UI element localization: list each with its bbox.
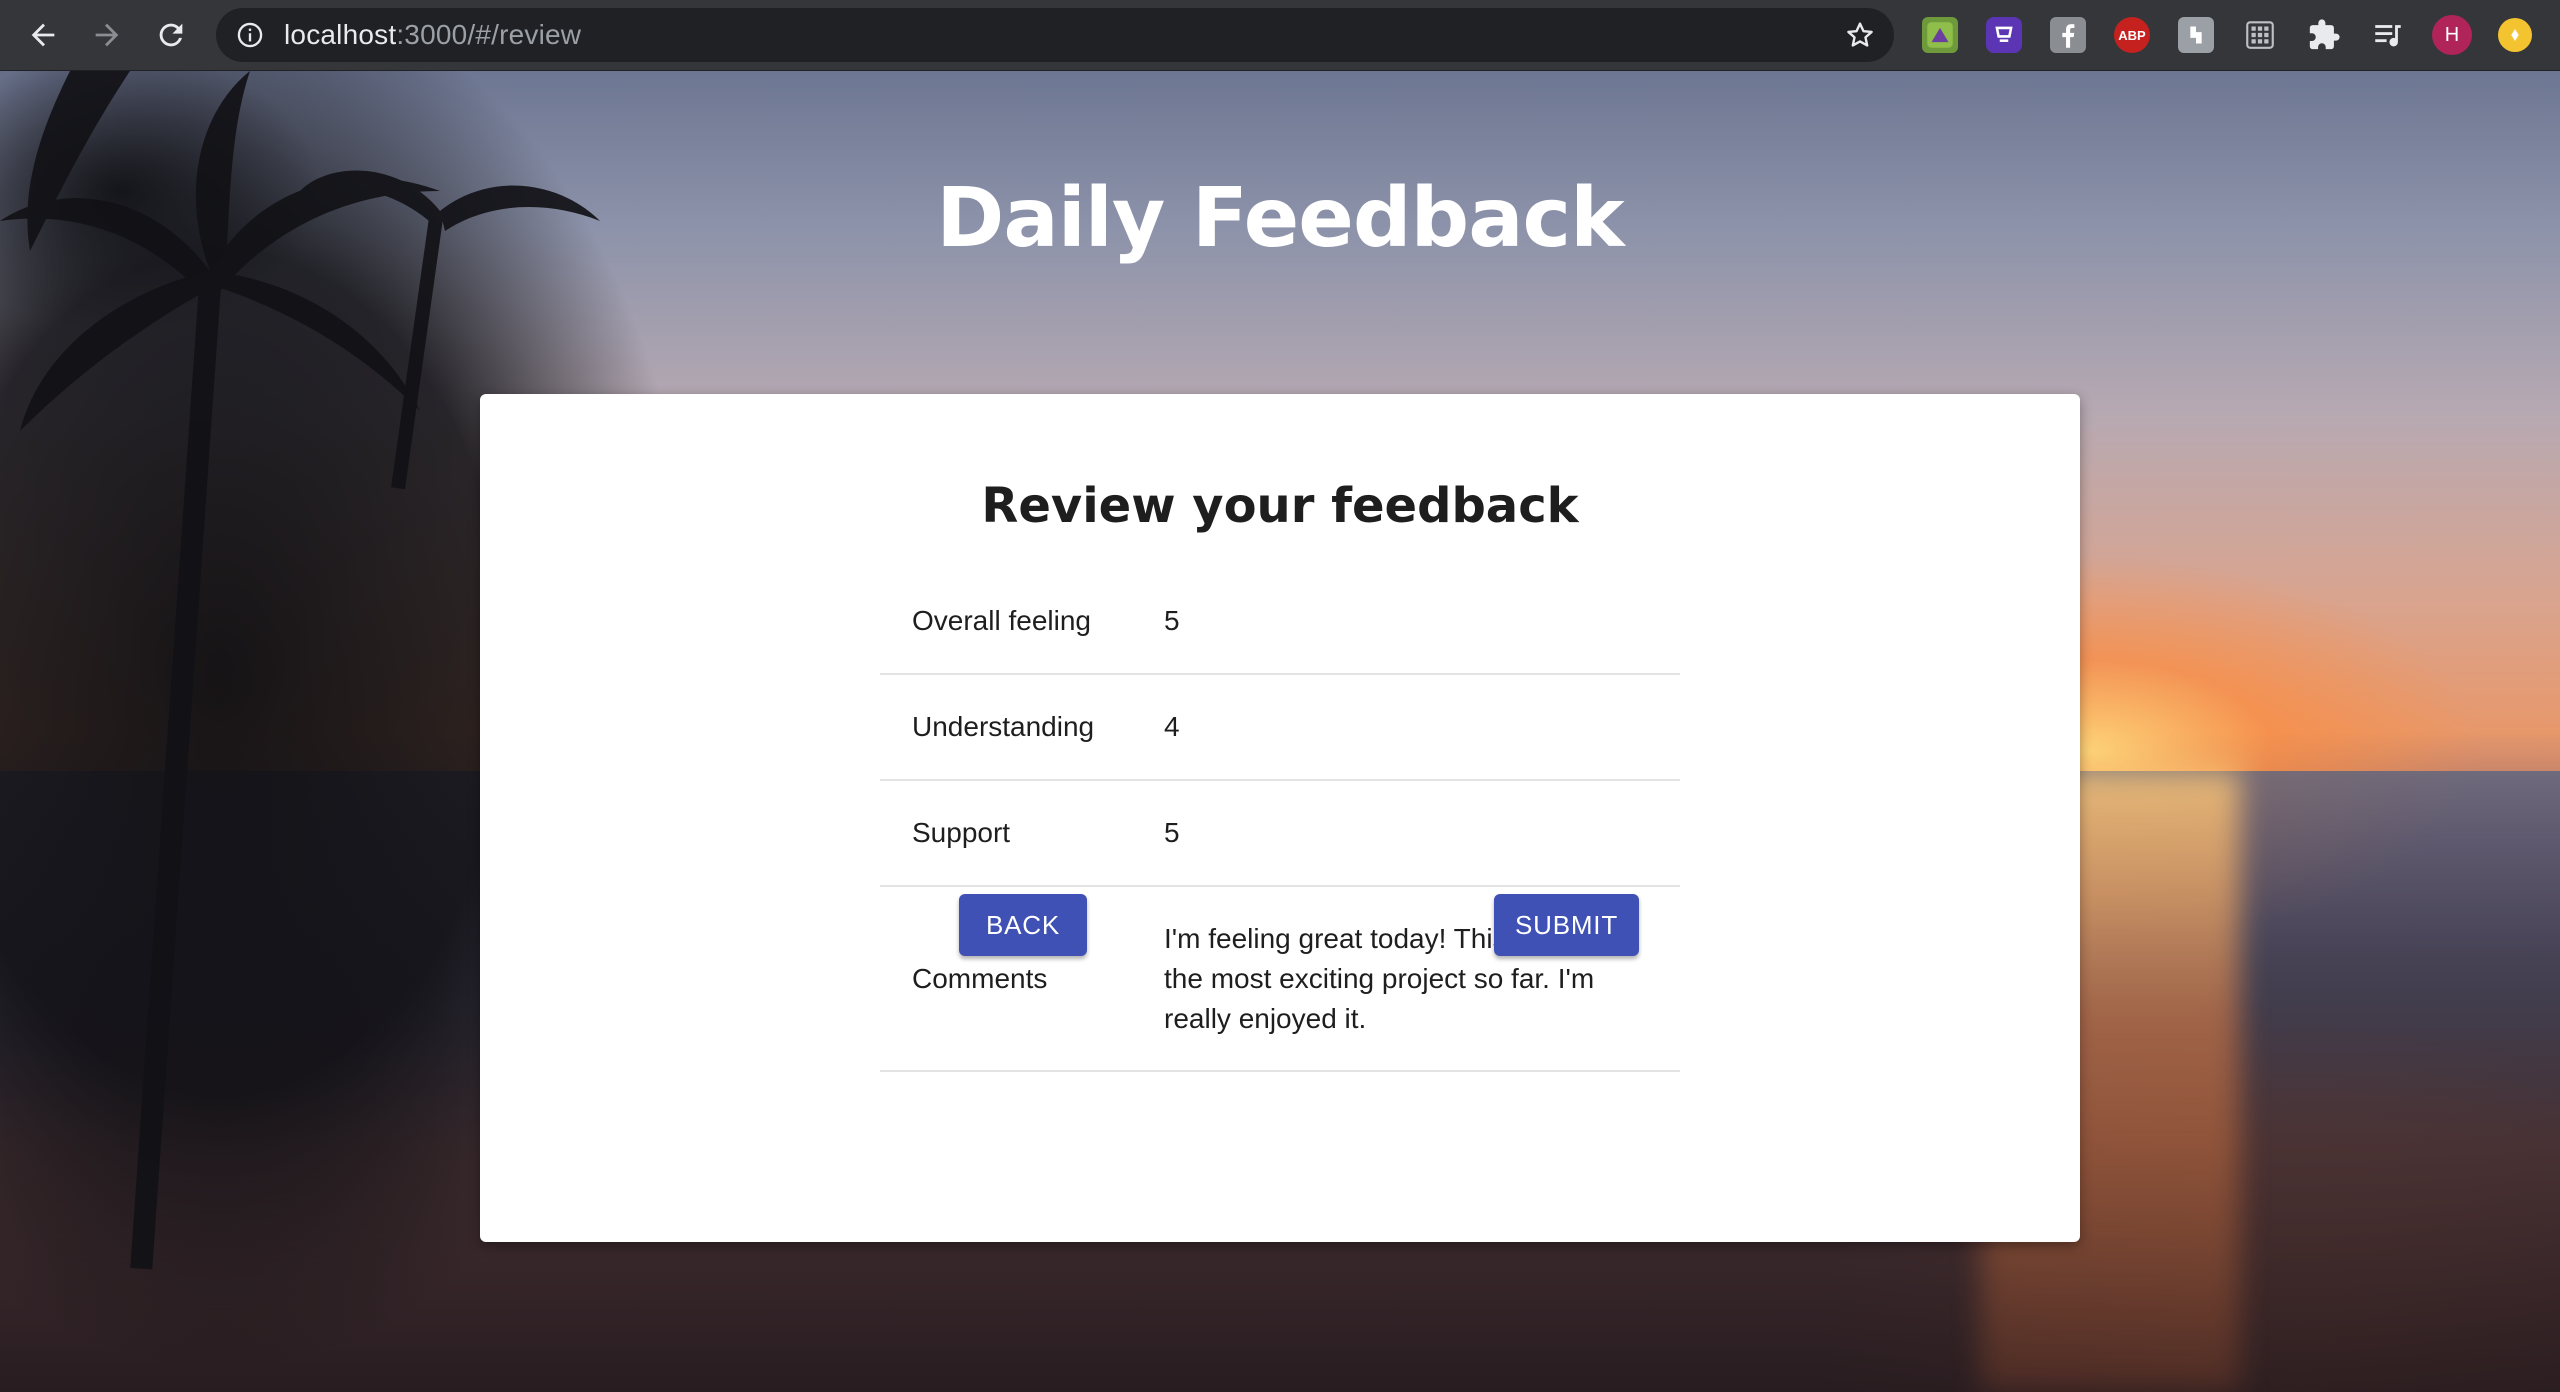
row-label-support: Support — [880, 780, 1132, 887]
extension-grey-icon[interactable] — [2178, 17, 2214, 53]
row-label-understanding: Understanding — [880, 674, 1132, 781]
url-host: localhost — [284, 19, 397, 50]
bookmark-star-icon[interactable] — [1844, 19, 1876, 51]
adblock-plus-icon[interactable]: ABP — [2114, 17, 2150, 53]
media-queue-icon[interactable] — [2370, 17, 2406, 53]
profile-initial: H — [2444, 23, 2460, 46]
row-value-overall-feeling: 5 — [1132, 569, 1680, 675]
apps-grid-icon[interactable] — [2242, 17, 2278, 53]
review-table: Overall feeling 5 Understanding 4 Suppor… — [880, 569, 1680, 1072]
site-info-icon[interactable] — [236, 21, 264, 49]
submit-button[interactable]: SUBMIT — [1494, 894, 1639, 956]
row-value-understanding: 4 — [1132, 674, 1680, 781]
url-path: :3000/#/review — [396, 19, 582, 50]
row-label-overall-feeling: Overall feeling — [880, 569, 1132, 675]
review-heading: Review your feedback — [981, 478, 1579, 534]
url-text[interactable]: localhost:3000/#/review — [284, 8, 581, 62]
table-row: Understanding 4 — [880, 674, 1680, 781]
facebook-extension-icon[interactable] — [2050, 17, 2086, 53]
app-title: Daily Feedback — [936, 171, 1624, 266]
address-bar[interactable]: localhost:3000/#/review — [216, 8, 1894, 62]
adblock-label: ABP — [2118, 27, 2146, 43]
back-arrow-icon[interactable] — [20, 12, 66, 58]
extensions-puzzle-icon[interactable] — [2306, 17, 2342, 53]
browser-toolbar: localhost:3000/#/review ABP H — [0, 0, 2560, 71]
forward-arrow-icon[interactable] — [84, 12, 130, 58]
reload-icon[interactable] — [148, 12, 194, 58]
extension-green-icon[interactable] — [1922, 17, 1958, 53]
table-row: Support 5 — [880, 780, 1680, 887]
extension-purple-icon[interactable] — [1986, 17, 2022, 53]
page-background: Daily Feedback Review your feedback Over… — [0, 71, 2560, 1392]
row-value-support: 5 — [1132, 780, 1680, 887]
profile-avatar[interactable]: H — [2432, 15, 2472, 55]
back-button[interactable]: BACK — [959, 894, 1087, 956]
extension-yellow-icon[interactable] — [2498, 18, 2532, 52]
review-card: Review your feedback Overall feeling 5 U… — [480, 394, 2080, 1242]
table-row: Overall feeling 5 — [880, 569, 1680, 675]
